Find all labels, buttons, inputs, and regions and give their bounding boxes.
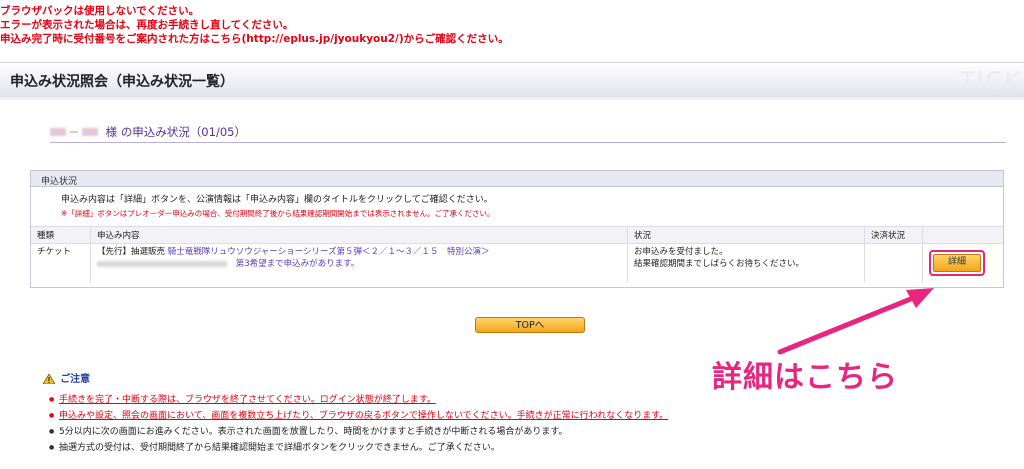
page-header: 申込み状況照会（申込み状況一覧） TICK bbox=[0, 62, 1024, 98]
caution-item: 5分以内に次の画面にお進みください。表示された画面を放置したり、時間をかけますと… bbox=[49, 424, 668, 440]
caution-item: 手続きを完了・中断する際は、ブラウザを終了させてください。ログイン状態が終了しま… bbox=[49, 392, 668, 408]
caution-list: 手続きを完了・中断する際は、ブラウザを終了させてください。ログイン状態が終了しま… bbox=[43, 392, 668, 456]
brand-logo: TICK bbox=[959, 67, 1022, 95]
cell-content: 【先行】抽選販売 騎士竜戦隊リュウソウジャーショーシリーズ第５弾＜２／１〜３／１… bbox=[90, 243, 628, 282]
header-action bbox=[922, 227, 1003, 244]
header-divider bbox=[0, 97, 1024, 100]
cell-detail: 詳細 bbox=[922, 243, 1003, 282]
status-line-2: 結果確認期間までしばらくお待ちください。 bbox=[634, 259, 805, 269]
sale-type: 【先行】抽選販売 bbox=[97, 247, 166, 257]
blurred-name bbox=[50, 128, 66, 136]
cell-kind: チケット bbox=[31, 243, 91, 282]
caution-title: ご注意 bbox=[60, 374, 91, 385]
detail-button[interactable]: 詳細 bbox=[933, 254, 981, 272]
cell-status: お申込みを受付ました。 結果確認期間までしばらくお待ちください。 bbox=[627, 243, 865, 282]
detail-button-highlight[interactable]: 詳細 bbox=[929, 250, 985, 276]
notice-line-3[interactable]: 申込み完了時に受付番号をご案内された方はこちら(http://eplus.jp/… bbox=[0, 32, 509, 46]
caution-item: 抽選方式の受付は、受付期間終了から結果確認開始まで詳細ボタンをクリックできません… bbox=[49, 440, 668, 456]
table-row: チケット 【先行】抽選販売 騎士竜戦隊リュウソウジャーショーシリーズ第５弾＜２／… bbox=[31, 243, 1003, 282]
blurred-name bbox=[82, 128, 98, 136]
panel-title: 申込状況 bbox=[31, 171, 1003, 187]
cell-payment bbox=[864, 243, 923, 282]
annotation-label: 詳細はこちら bbox=[712, 360, 898, 395]
caution-section: ご注意 手続きを完了・中断する際は、ブラウザを終了させてください。ログイン状態が… bbox=[43, 372, 668, 456]
application-status-panel: 申込状況 申込み内容は「詳細」ボタンを、公演情報は「申込み内容」欄のタイトルをク… bbox=[30, 170, 1004, 288]
notice-line-1: ブラウザバックは使用しないでください。 bbox=[0, 5, 200, 17]
panel-note: ※「詳細」ボタンはプレオーダー申込みの場合、受付期間終了後から結果確認期間開始ま… bbox=[61, 209, 495, 218]
header-kind: 種類 bbox=[31, 227, 91, 244]
panel-info: 申込み内容は「詳細」ボタンを、公演情報は「申込み内容」欄のタイトルをクリックして… bbox=[31, 187, 1003, 227]
performance-title-link[interactable]: 騎士竜戦隊リュウソウジャーショーシリーズ第５弾＜２／１〜３／１５ 特別公演＞ bbox=[168, 247, 490, 257]
applications-table: 種類 申込み内容 状況 決済状況 チケット 【先行】抽選販売 騎士竜戦隊リュウソ… bbox=[31, 227, 1003, 282]
blurred-date bbox=[97, 260, 227, 267]
top-notice: ブラウザバックは使用しないでください。 エラーが表示された場合は、再度お手続きし… bbox=[0, 4, 509, 46]
status-heading-label: の申込み状況（01/05） bbox=[120, 125, 246, 139]
honorific: 様 bbox=[105, 125, 118, 139]
header-content: 申込み内容 bbox=[90, 227, 628, 244]
warning-icon bbox=[43, 374, 55, 384]
notice-line-2: エラーが表示された場合は、再度お手続きし直してください。 bbox=[0, 19, 294, 31]
header-status: 状況 bbox=[627, 227, 865, 244]
header-payment: 決済状況 bbox=[864, 227, 923, 244]
page-title: 申込み状況照会（申込み状況一覧） bbox=[10, 74, 234, 90]
panel-info-text: 申込み内容は「詳細」ボタンを、公演情報は「申込み内容」欄のタイトルをクリックして… bbox=[61, 195, 493, 205]
preference-text: 第3希望まで申込みがあります。 bbox=[235, 259, 360, 269]
blurred-name-dash bbox=[70, 131, 78, 133]
top-button[interactable]: TOPへ bbox=[475, 317, 585, 333]
table-header-row: 種類 申込み内容 状況 決済状況 bbox=[31, 227, 1003, 244]
status-heading: 様 の申込み状況（01/05） bbox=[50, 124, 1006, 143]
caution-item: 申込みや設定、照会の画面において、画面を複数立ち上げたり、ブラウザの戻るボタンで… bbox=[49, 408, 668, 424]
status-line-1: お申込みを受付ました。 bbox=[634, 247, 728, 257]
